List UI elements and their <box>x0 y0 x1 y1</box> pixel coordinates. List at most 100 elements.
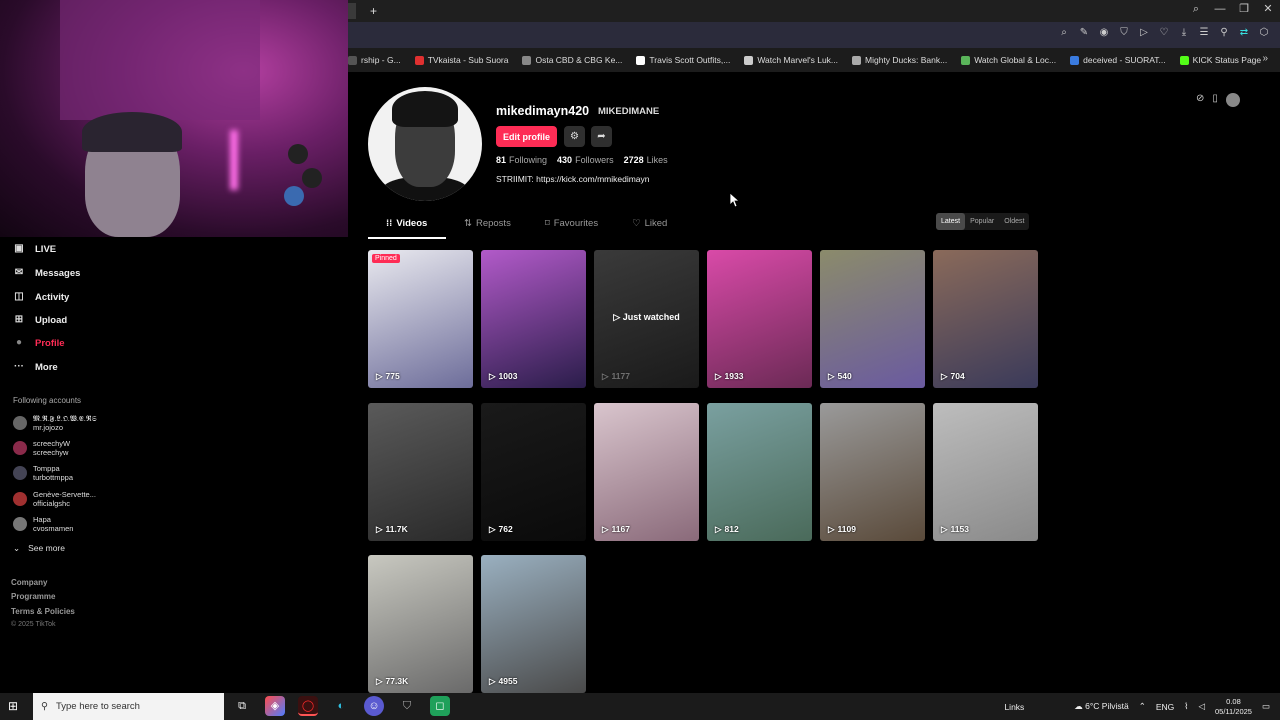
settings-button[interactable]: ⚙ <box>564 126 585 147</box>
weather-widget[interactable]: ☁ 6°C Pilvistä <box>1074 701 1128 712</box>
cube-icon[interactable]: ⬡ <box>1258 27 1270 38</box>
video-tile[interactable]: ▷ 704 <box>933 250 1038 388</box>
bookmark-favicon <box>1179 55 1189 65</box>
more-icon: ··· <box>14 361 24 372</box>
camera-icon[interactable]: ◉ <box>1098 27 1110 38</box>
edge-icon[interactable]: ◐ <box>331 696 351 716</box>
bookmark[interactable]: Travis Scott Outfits,... <box>636 55 730 65</box>
video-tile[interactable]: ▷ 812 <box>707 403 812 541</box>
task-view-icon[interactable]: ⧉ <box>232 696 252 716</box>
avatar <box>13 466 27 480</box>
nav-item-messages[interactable]: ✉ Messages <box>13 267 81 279</box>
nav-item-activity[interactable]: ◫ Activity <box>13 291 69 303</box>
followers-stat[interactable]: 430 Followers <box>557 155 614 165</box>
following-account[interactable]: Genève-Servette... officialgshc <box>13 490 96 508</box>
share-button[interactable]: ➦ <box>591 126 612 147</box>
video-tile[interactable]: ▷ 1167 <box>594 403 699 541</box>
video-tile[interactable]: ▷ 77.3K <box>368 555 473 693</box>
sort-latest[interactable]: Latest <box>936 213 966 230</box>
following-stat[interactable]: 81 Following <box>496 155 547 165</box>
messages-icon: ✉ <box>14 267 24 278</box>
sort-oldest[interactable]: Oldest <box>999 213 1029 230</box>
profile-avatar[interactable] <box>368 87 482 201</box>
links-toolbar[interactable]: Links <box>1004 702 1024 712</box>
video-tile[interactable]: Pinned ▷ 775 <box>368 250 473 388</box>
address-bar[interactable]: ⌕ ✎ ◉ ⛉ ▷ ♡ ⤓ ☰ ⚲ ⇄ ⬡ <box>348 22 1280 48</box>
network-icon[interactable]: ⌇ <box>1184 701 1188 712</box>
edit-icon[interactable]: ✎ <box>1078 27 1090 38</box>
video-tile[interactable]: ▷ 762 <box>481 403 586 541</box>
volume-icon[interactable]: ◁ <box>1198 701 1205 712</box>
bookmark[interactable]: deceived - SUORAT... <box>1070 55 1166 65</box>
bookmark-favicon <box>636 55 646 65</box>
zoom-icon[interactable]: ⌕ <box>1058 27 1070 38</box>
browser-tab-bar: + ⌕ — ❐ ✕ <box>348 0 1280 22</box>
heart-icon: ♡ <box>632 218 641 229</box>
menu-icon[interactable]: ☰ <box>1198 27 1210 38</box>
play-icon[interactable]: ▷ <box>1138 27 1150 38</box>
video-tile[interactable]: ▷ 1109 <box>820 403 925 541</box>
app-icon[interactable]: ◻ <box>430 696 450 716</box>
coin-icon[interactable]: ⊘ <box>1196 93 1204 107</box>
windows-start-icon[interactable]: ⊞ <box>8 699 18 713</box>
bookmark[interactable]: TVkaista - Sub Suora <box>414 55 508 65</box>
new-tab-button[interactable]: + <box>370 4 377 18</box>
vpn-icon[interactable]: ⛉ <box>397 696 417 716</box>
video-tile[interactable]: ▷ 540 <box>820 250 925 388</box>
bookmark[interactable]: Osta CBD & CBG Ke... <box>522 55 622 65</box>
video-tile[interactable]: ▷ 4955 <box>481 555 586 693</box>
bookmark[interactable]: Watch Global & Loc... <box>961 55 1056 65</box>
footer-link-company[interactable]: Company <box>11 578 47 587</box>
following-account[interactable]: screechyW screechyw <box>13 439 70 457</box>
following-account[interactable]: Hapa cvosmamen <box>13 515 73 533</box>
play-count-icon: ▷ <box>376 524 383 534</box>
search-tabs-icon[interactable]: ⌕ <box>1184 0 1208 22</box>
extension-icon[interactable]: ⇄ <box>1238 27 1250 38</box>
taskbar-search[interactable]: ⚲ Type here to search <box>33 693 224 720</box>
video-tile[interactable]: ▷ 1153 <box>933 403 1038 541</box>
discord-icon[interactable]: ☺ <box>364 696 384 716</box>
avatar[interactable] <box>1225 93 1240 107</box>
tab-liked[interactable]: ♡ Liked <box>632 214 667 239</box>
language-indicator[interactable]: ENG <box>1156 702 1174 712</box>
video-tile[interactable]: ▷ 1003 <box>481 250 586 388</box>
see-more-button[interactable]: ⌄ See more <box>13 543 65 554</box>
heart-icon[interactable]: ♡ <box>1158 27 1170 38</box>
sort-popular[interactable]: Popular <box>965 213 999 230</box>
following-account[interactable]: Tomppa turbottmppa <box>13 464 73 482</box>
footer-link-terms[interactable]: Terms & Policies <box>11 607 75 616</box>
bookmark[interactable]: rship - G... <box>348 55 401 65</box>
footer-link-programme[interactable]: Programme <box>11 592 55 601</box>
shield-icon[interactable]: ⛉ <box>1118 27 1130 38</box>
device-icon[interactable]: ▯ <box>1212 93 1218 107</box>
clock[interactable]: 0.08 05/11/2025 <box>1215 697 1252 717</box>
minimize-button[interactable]: — <box>1208 0 1232 22</box>
bookmark[interactable]: Mighty Ducks: Bank... <box>852 55 947 65</box>
nav-item-more[interactable]: ··· More <box>13 361 58 373</box>
bookmark[interactable]: KICK Status Page <box>1179 55 1261 65</box>
video-tile[interactable]: ▷ Just watched ▷ 1177 <box>594 250 699 388</box>
share-icon: ➦ <box>597 131 606 142</box>
lock-icon[interactable]: ⚲ <box>1218 27 1230 38</box>
tab-favourites[interactable]: ⌑ Favourites <box>545 214 598 239</box>
following-account[interactable]: 𝕸.𝕽.𝕱.𝕷.𝕺.𝖂.𝕰.𝕽𝕾 mr.jojozo <box>13 414 97 432</box>
tab-videos[interactable]: ⁞⁞ Videos <box>368 214 446 239</box>
tab-reposts[interactable]: ⇅ Reposts <box>464 214 511 239</box>
bookmarks-overflow-icon[interactable]: » <box>1262 53 1268 64</box>
video-tile[interactable]: ▷ 11.7K <box>368 403 473 541</box>
restore-button[interactable]: ❐ <box>1232 0 1256 22</box>
nav-item-upload[interactable]: ⊞ Upload <box>13 314 67 326</box>
nav-item-profile[interactable]: ● Profile <box>13 337 65 349</box>
download-icon[interactable]: ⤓ <box>1178 27 1190 38</box>
video-tile[interactable]: ▷ 1933 <box>707 250 812 388</box>
edit-profile-button[interactable]: Edit profile <box>496 126 557 147</box>
bookmark-favicon <box>744 55 754 65</box>
chevron-up-icon[interactable]: ⌃ <box>1139 701 1146 712</box>
nav-item-live[interactable]: ▣ LIVE <box>13 243 56 255</box>
browser-tab[interactable] <box>348 3 356 19</box>
app-icon[interactable]: ◈ <box>265 696 285 716</box>
close-button[interactable]: ✕ <box>1256 0 1280 22</box>
notifications-icon[interactable]: ▭ <box>1262 701 1270 712</box>
bookmark[interactable]: Watch Marvel's Luk... <box>744 55 838 65</box>
opera-icon[interactable]: ◯ <box>298 696 318 716</box>
